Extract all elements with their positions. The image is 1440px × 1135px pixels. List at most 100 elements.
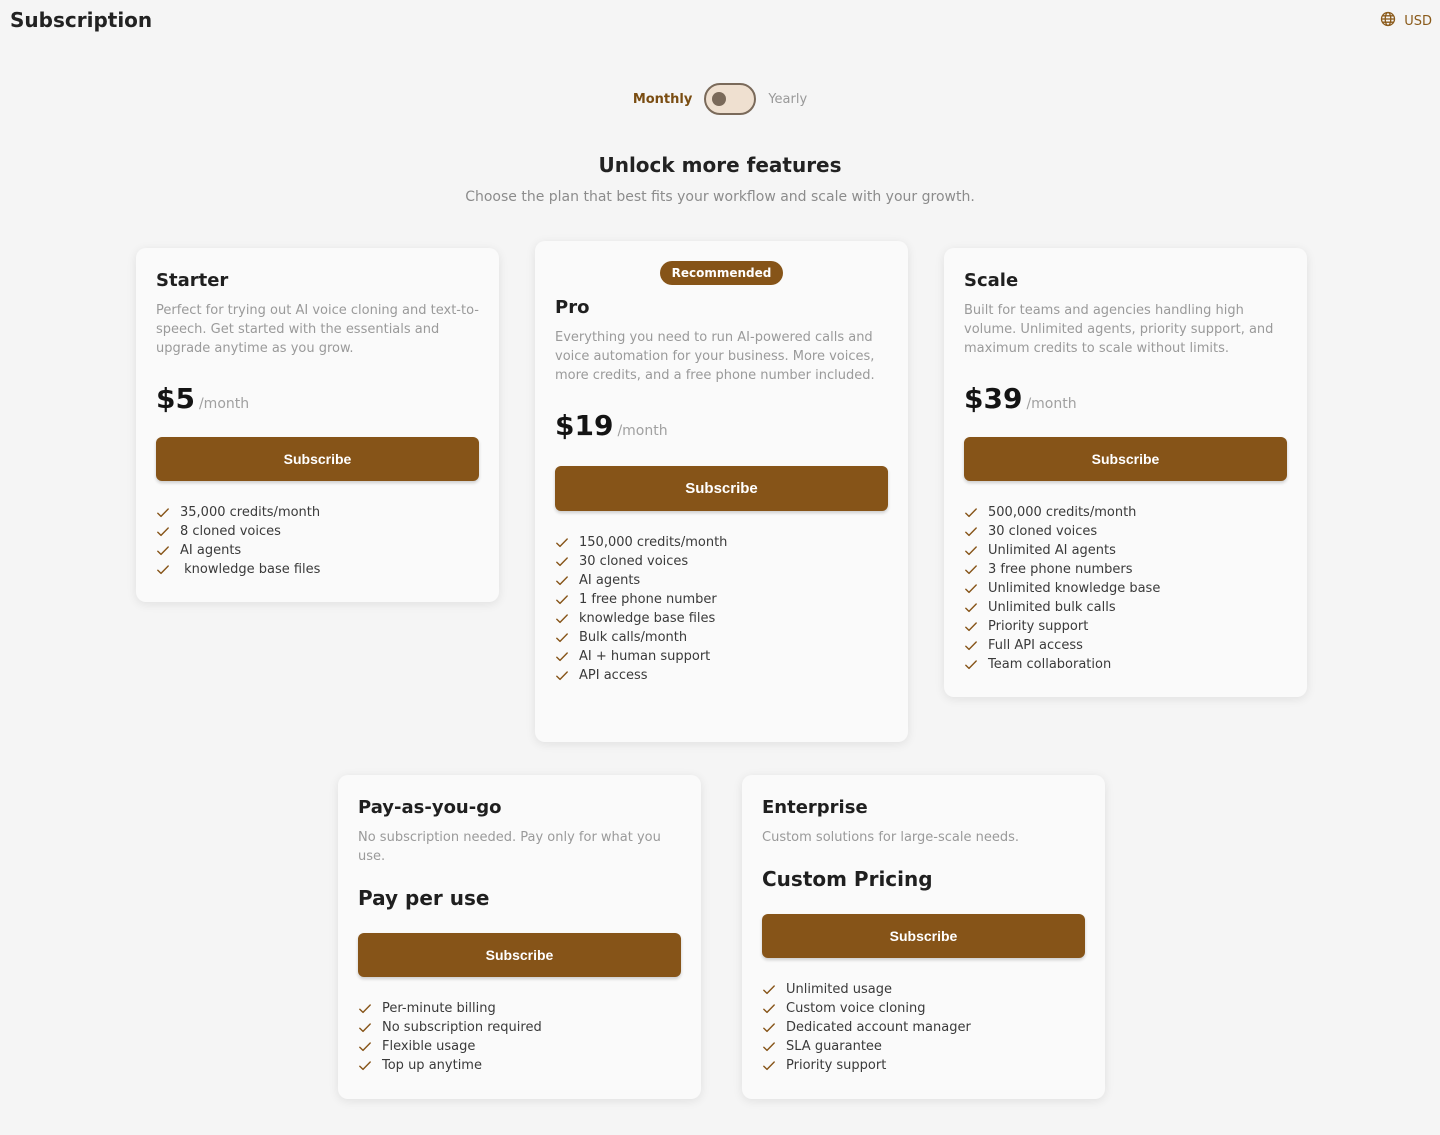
feature-text: No subscription required	[382, 1020, 542, 1035]
recommended-badge: Recommended	[659, 261, 784, 285]
feature-text: SLA guarantee	[786, 1039, 882, 1054]
check-icon	[555, 669, 569, 683]
plan-price-label: Pay per use	[358, 886, 490, 910]
feature-text: Bulk calls/month	[579, 630, 688, 645]
price-amount: $19	[555, 409, 614, 442]
check-icon	[555, 536, 569, 550]
billing-switch[interactable]	[704, 83, 757, 115]
feature-item: API access	[555, 666, 888, 685]
plan-price-label: Custom Pricing	[762, 867, 933, 891]
feature-item: No subscription required	[358, 1018, 681, 1037]
plan-card-scale: Scale Built for teams and agencies handl…	[944, 248, 1307, 697]
plan-name: Scale	[964, 270, 1019, 291]
feature-text: AI agents	[180, 543, 242, 558]
check-icon	[555, 555, 569, 569]
check-icon	[964, 639, 978, 653]
page-title: Subscription	[10, 8, 153, 32]
feature-item: Priority support	[762, 1056, 1085, 1075]
feature-list: 500,000 credits/month 30 cloned voices Unl…	[964, 503, 1287, 674]
check-icon	[964, 563, 978, 577]
price-period: /month	[617, 423, 668, 439]
feature-text: Dedicated account manager	[786, 1020, 971, 1035]
section-subtitle: Choose the plan that best fits your work…	[465, 189, 975, 205]
feature-text: Per-minute billing	[382, 1001, 496, 1016]
price-amount: $5	[156, 382, 195, 415]
feature-text: 3 free phone numbers	[988, 562, 1133, 577]
check-icon	[156, 544, 170, 558]
feature-item: knowledge base files	[156, 560, 479, 579]
billing-period-toggle: Monthly Yearly	[0, 83, 1440, 115]
feature-item: Flexible usage	[358, 1037, 681, 1056]
section-title: Unlock more features	[598, 153, 842, 177]
subscribe-button[interactable]: Subscribe	[358, 933, 681, 977]
check-icon	[555, 631, 569, 645]
check-icon	[964, 601, 978, 615]
check-icon	[964, 658, 978, 672]
feature-text: Custom voice cloning	[786, 1001, 926, 1016]
check-icon	[964, 620, 978, 634]
feature-item: SLA guarantee	[762, 1037, 1085, 1056]
feature-list: 150,000 credits/month 30 cloned voices AI …	[555, 533, 888, 685]
plan-card-starter: Starter Perfect for trying out AI voice …	[136, 248, 499, 602]
feature-text: Top up anytime	[382, 1058, 482, 1073]
feature-list: Per-minute billing No subscription requir…	[358, 999, 681, 1075]
feature-item: Dedicated account manager	[762, 1018, 1085, 1037]
check-icon	[964, 582, 978, 596]
feature-item: Team collaboration	[964, 655, 1287, 674]
monthly-label[interactable]: Monthly	[633, 92, 693, 107]
feature-item: Unlimited AI agents	[964, 541, 1287, 560]
feature-text: Unlimited usage	[786, 982, 892, 997]
subscribe-button[interactable]: Subscribe	[555, 466, 888, 511]
check-icon	[358, 1040, 372, 1054]
check-icon	[762, 1059, 776, 1073]
check-icon	[358, 1002, 372, 1016]
feature-item: 30 cloned voices	[555, 552, 888, 571]
feature-text: API access	[579, 668, 648, 683]
check-icon	[762, 1021, 776, 1035]
check-icon	[964, 506, 978, 520]
currency-selector[interactable]: USD	[1380, 11, 1432, 31]
plan-price: $5 /month	[156, 382, 479, 415]
plan-card-enterprise: Enterprise Custom solutions for large-sc…	[742, 775, 1105, 1099]
feature-text: 500,000 credits/month	[988, 505, 1137, 520]
check-icon	[555, 593, 569, 607]
subscribe-button[interactable]: Subscribe	[156, 437, 479, 481]
feature-text: 150,000 credits/month	[579, 535, 728, 550]
feature-item: 3 free phone numbers	[964, 560, 1287, 579]
feature-item: Custom voice cloning	[762, 999, 1085, 1018]
feature-text: Unlimited knowledge base	[988, 581, 1161, 596]
switch-knob	[712, 92, 727, 106]
check-icon	[156, 525, 170, 539]
price-amount: $39	[964, 382, 1023, 415]
check-icon	[358, 1021, 372, 1035]
plan-name: Pro	[555, 297, 590, 318]
plan-description: Everything you need to run AI-powered ca…	[555, 330, 875, 383]
feature-item: 150,000 credits/month	[555, 533, 888, 552]
plan-name: Starter	[156, 270, 229, 291]
plan-description: Built for teams and agencies handling hi…	[964, 303, 1274, 356]
check-icon	[964, 525, 978, 539]
feature-item: Unlimited usage	[762, 980, 1085, 999]
feature-item: 35,000 credits/month	[156, 503, 479, 522]
feature-item: Unlimited bulk calls	[964, 598, 1287, 617]
feature-text: AI agents	[579, 573, 641, 588]
feature-item: AI agents	[555, 571, 888, 590]
feature-text: Priority support	[988, 619, 1089, 634]
subscribe-button[interactable]: Subscribe	[964, 437, 1287, 481]
yearly-label[interactable]: Yearly	[768, 92, 807, 107]
check-icon	[555, 574, 569, 588]
feature-list: 35,000 credits/month 8 cloned voices AI ag…	[156, 503, 479, 579]
plan-name: Enterprise	[762, 797, 868, 818]
feature-item: Per-minute billing	[358, 999, 681, 1018]
feature-text: Full API access	[988, 638, 1083, 653]
feature-item: AI + human support	[555, 647, 888, 666]
check-icon	[964, 544, 978, 558]
feature-text: knowledge base files	[180, 562, 321, 577]
subscribe-button[interactable]: Subscribe	[762, 914, 1085, 958]
feature-item: 1 free phone number	[555, 590, 888, 609]
check-icon	[762, 1040, 776, 1054]
plan-description: No subscription needed. Pay only for wha…	[358, 830, 661, 864]
feature-text: Priority support	[786, 1058, 887, 1073]
check-icon	[762, 1002, 776, 1016]
check-icon	[358, 1059, 372, 1073]
